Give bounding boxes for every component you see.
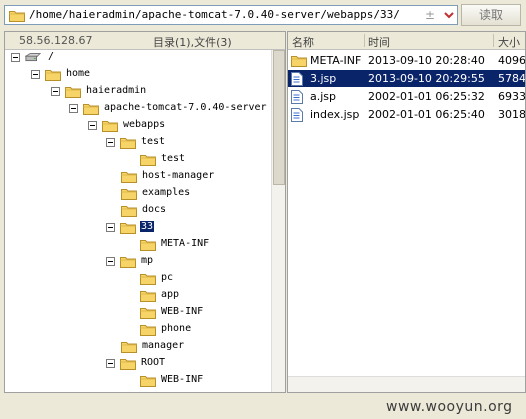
file-time: 2013-09-10 20:28:40	[368, 54, 485, 67]
folder-icon	[121, 170, 137, 183]
file-row[interactable]: a.jsp 2002-01-01 06:25:32 6933	[288, 88, 526, 105]
column-separator[interactable]	[364, 34, 365, 47]
path-text: /home/haieradmin/apache-tomcat-7.0.40-se…	[29, 8, 400, 21]
tree-node-label: haieradmin	[86, 85, 147, 96]
tree-node-label: WEB-INF	[161, 374, 204, 385]
path-input[interactable]: /home/haieradmin/apache-tomcat-7.0.40-se…	[4, 5, 458, 25]
column-header-time[interactable]: 时间	[368, 34, 390, 50]
folder-icon	[140, 306, 156, 319]
folder-icon	[121, 204, 137, 217]
file-time: 2002-01-01 06:25:40	[368, 108, 485, 121]
folder-icon	[121, 187, 137, 200]
folder-icon	[65, 85, 81, 98]
folder-icon	[45, 68, 61, 81]
file-time: 2013-09-10 20:29:55	[368, 72, 485, 85]
collapse-toggle-icon[interactable]	[31, 70, 40, 79]
tree-node-label: META-INF	[161, 238, 210, 249]
collapse-toggle-icon[interactable]	[106, 223, 115, 232]
file-icon	[291, 108, 303, 122]
tree-node-label: host-manager	[142, 170, 215, 181]
file-list-scrollbar[interactable]	[288, 376, 525, 392]
tree-node-label: ROOT	[141, 357, 166, 368]
file-row[interactable]: META-INF 2013-09-10 20:28:40 4096	[288, 52, 526, 69]
folder-icon	[140, 238, 156, 251]
file-name: 3.jsp	[310, 72, 337, 85]
tree-node-label: apache-tomcat-7.0.40-server	[104, 102, 267, 113]
tree-node-label: examples	[142, 187, 191, 198]
tree-node-label: 33	[140, 221, 155, 232]
drive-icon	[25, 53, 41, 62]
tree-node-label: phone	[161, 323, 192, 334]
folder-icon	[140, 323, 156, 336]
collapse-toggle-icon[interactable]	[88, 121, 97, 130]
folder-icon	[9, 9, 25, 22]
folder-icon	[120, 255, 136, 268]
folder-icon	[291, 54, 307, 67]
collapse-toggle-icon[interactable]	[106, 257, 115, 266]
column-header-size[interactable]: 大小	[498, 34, 520, 50]
tree-scrollbar-thumb[interactable]	[273, 50, 285, 185]
tree-node-label: WEB-INF	[161, 306, 204, 317]
file-icon	[291, 90, 303, 104]
file-size: 6933	[498, 90, 526, 103]
folder-icon	[140, 289, 156, 302]
directory-tree-panel: 58.56.128.67 目录(1),文件(3) / home haieradm…	[4, 31, 286, 393]
tree-node-label: pc	[161, 272, 174, 283]
tree-node-label: webapps	[123, 119, 166, 130]
collapse-toggle-icon[interactable]	[69, 104, 78, 113]
column-separator[interactable]	[493, 34, 494, 47]
file-list-header: 名称 时间 大小	[288, 32, 525, 50]
tree-node-label: docs	[142, 204, 167, 215]
column-header-name[interactable]: 名称	[292, 34, 314, 50]
tree-node-label: home	[66, 68, 91, 79]
folder-icon	[83, 390, 99, 393]
folder-icon	[120, 136, 136, 149]
file-name: META-INF	[310, 54, 362, 67]
collapse-toggle-icon[interactable]	[106, 138, 115, 147]
folder-icon	[102, 119, 118, 132]
folder-icon	[120, 221, 136, 234]
folder-icon	[140, 153, 156, 166]
file-size: 4096	[498, 54, 526, 67]
file-time: 2002-01-01 06:25:32	[368, 90, 485, 103]
collapse-toggle-icon[interactable]	[51, 87, 60, 96]
tree-node-label: mp	[141, 255, 154, 266]
file-list-panel: 名称 时间 大小 META-INF 2013-09-10 20:28:40 40…	[287, 31, 526, 393]
folder-icon	[120, 357, 136, 370]
tree-node-label: app	[161, 289, 180, 300]
folder-icon	[140, 272, 156, 285]
file-size: 3018	[498, 108, 526, 121]
tree-header: 58.56.128.67 目录(1),文件(3)	[5, 32, 285, 50]
collapse-toggle-icon[interactable]	[11, 53, 20, 62]
server-ip: 58.56.128.67	[19, 34, 93, 47]
file-icon	[291, 72, 303, 86]
chevron-down-icon[interactable]	[443, 9, 455, 21]
tree-node-label: test	[141, 136, 166, 147]
plus-minus-icon: ±	[425, 8, 436, 22]
collapse-toggle-icon[interactable]	[106, 359, 115, 368]
folder-icon	[140, 374, 156, 387]
file-size: 5784	[498, 72, 526, 85]
file-name: index.jsp	[310, 108, 360, 121]
read-button[interactable]: 读取	[461, 4, 521, 26]
folder-icon	[121, 340, 137, 353]
watermark: www.wooyun.org	[386, 399, 513, 415]
tree-summary: 目录(1),文件(3)	[153, 36, 232, 49]
tree-node-label: manager	[142, 340, 185, 351]
file-row[interactable]: index.jsp 2002-01-01 06:25:40 3018	[288, 106, 526, 123]
file-row-selected[interactable]: 3.jsp 2013-09-10 20:29:55 5784	[288, 70, 526, 87]
tree-node-label: /	[48, 51, 55, 62]
tree-node-label: test	[161, 153, 186, 164]
folder-icon	[83, 102, 99, 115]
tree-scrollbar[interactable]	[271, 50, 285, 392]
file-name: a.jsp	[310, 90, 337, 103]
directory-tree: / home haieradmin apache-tomcat-7.0.40-s…	[5, 50, 271, 392]
